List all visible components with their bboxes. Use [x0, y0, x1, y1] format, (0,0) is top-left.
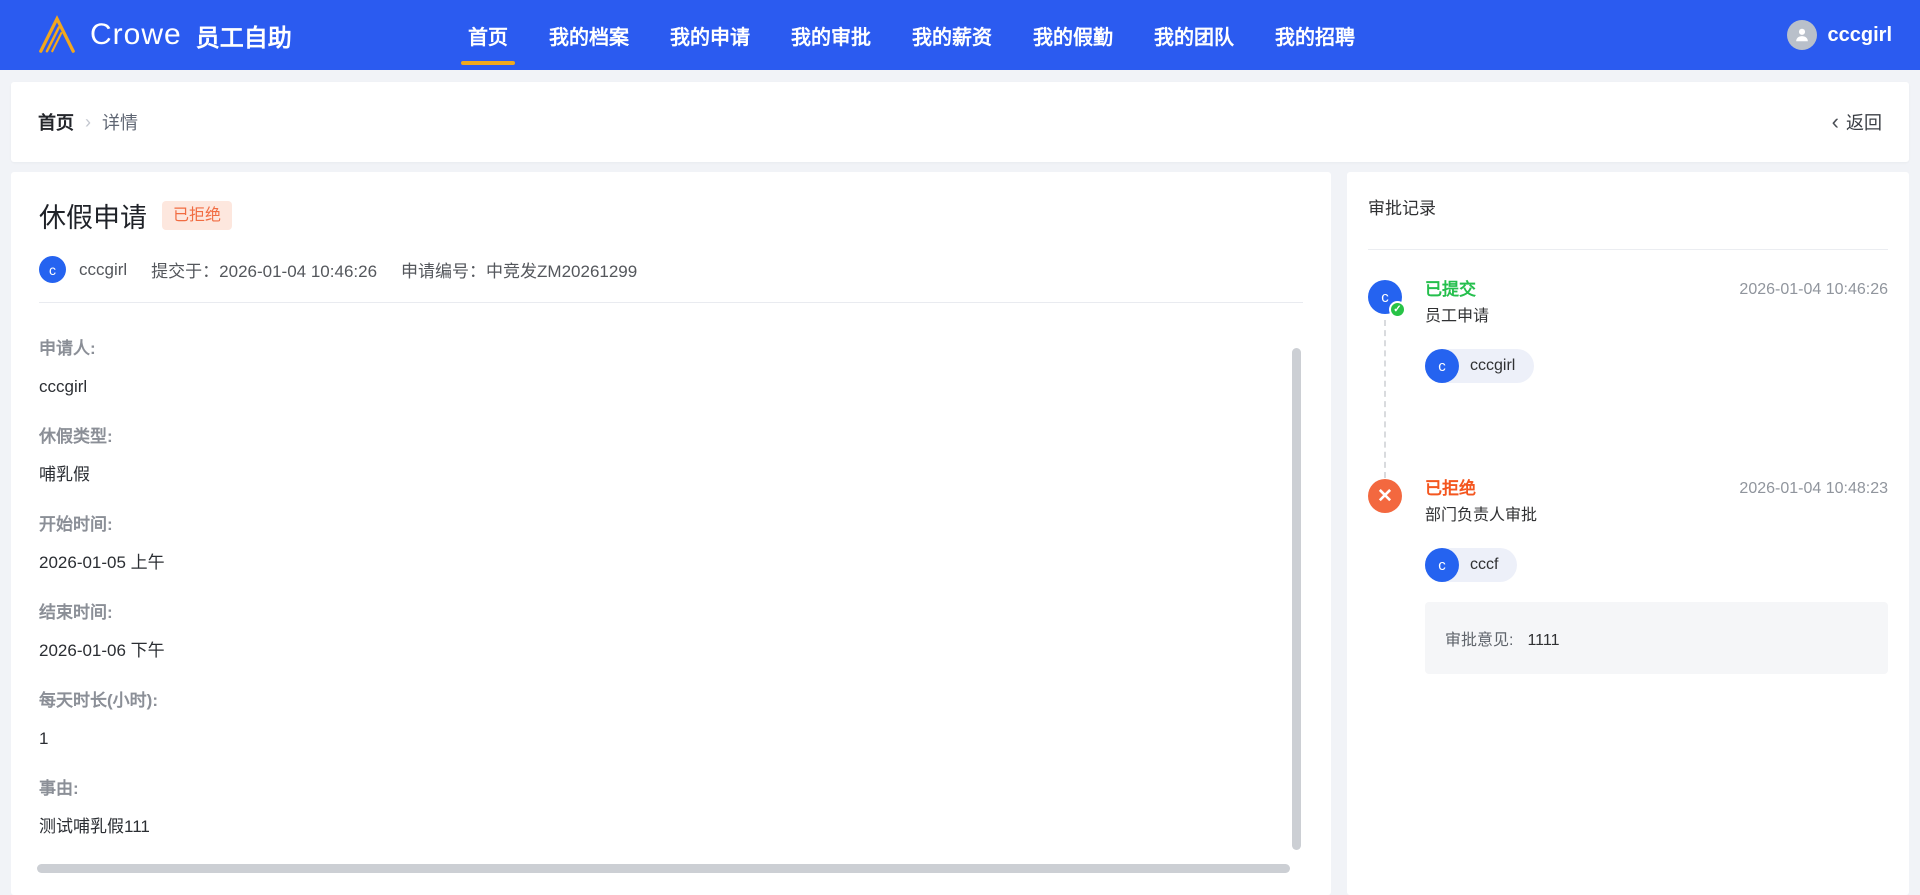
leave-request-detail-card: 休假申请 已拒绝 c cccgirl 提交于：2026-01-04 10:46:… — [11, 172, 1331, 895]
breadcrumb-bar: 首页 › 详情 ‹ 返回 — [11, 82, 1909, 162]
check-icon: ✓ — [1389, 301, 1406, 318]
request-fields: 申请人: cccgirl 休假类型: 哺乳假 开始时间: 2026-01-05 … — [39, 339, 1303, 837]
nav-item-my-approvals[interactable]: 我的审批 — [791, 0, 871, 70]
nav-item-my-requests[interactable]: 我的申请 — [670, 0, 750, 70]
approval-record-submitted: c ✓ 已提交 2026-01-04 10:46:26 员工申请 c cccgi… — [1368, 280, 1888, 478]
person-icon — [1795, 28, 1808, 42]
field-value: 测试哺乳假111 — [39, 817, 150, 836]
chevron-left-icon: ‹ — [1831, 109, 1839, 134]
request-meta-row: c cccgirl 提交于：2026-01-04 10:46:26 申请编号：中… — [39, 256, 1303, 283]
horizontal-scrollbar[interactable] — [37, 864, 1290, 873]
submitter-name: cccgirl — [79, 259, 128, 279]
field-value: 哺乳假 — [39, 465, 90, 484]
field-label: 每天时长(小时): — [39, 691, 158, 710]
submitted-at-label: 提交于： — [151, 262, 220, 281]
breadcrumb-current: 详情 — [102, 113, 138, 133]
approval-panel-title: 审批记录 — [1368, 199, 1436, 218]
record-status: 已提交 — [1425, 280, 1476, 299]
app-header: Crowe 员工自助 首页 我的档案 我的申请 我的审批 我的薪资 我的假勤 我… — [0, 0, 1920, 70]
record-avatar: c ✓ — [1368, 280, 1406, 318]
user-avatar-icon — [1786, 20, 1817, 50]
submitted-at-value: 2026-01-04 10:46:26 — [219, 262, 378, 281]
logo-area: Crowe 员工自助 — [36, 14, 292, 56]
chevron-right-icon: › — [85, 111, 91, 132]
vertical-scrollbar[interactable] — [1292, 348, 1301, 850]
assignee-chip: c cccf — [1425, 548, 1518, 582]
field-value: 1 — [39, 729, 49, 748]
field-value: 2026-01-06 下午 — [39, 641, 165, 660]
field-label: 开始时间: — [39, 515, 113, 534]
field-label: 事由: — [39, 779, 79, 798]
comment-label: 审批意见: — [1445, 632, 1514, 649]
assignee-avatar: c — [1425, 349, 1459, 383]
record-head: 已拒绝 2026-01-04 10:48:23 — [1425, 479, 1888, 499]
status-badge: 已拒绝 — [162, 200, 233, 231]
nav-item-my-attendance[interactable]: 我的假勤 — [1033, 0, 1113, 70]
nav-item-my-team[interactable]: 我的团队 — [1154, 0, 1234, 70]
crowe-logo-icon — [39, 15, 75, 53]
record-avatar-letter: c — [1381, 288, 1389, 306]
assignee-name: cccf — [1470, 556, 1499, 573]
assignee-name: cccgirl — [1470, 357, 1516, 374]
field-label: 结束时间: — [39, 603, 113, 622]
approval-record-rejected: ✕ 已拒绝 2026-01-04 10:48:23 部门负责人审批 c cccf… — [1368, 479, 1888, 674]
user-name: cccgirl — [1827, 23, 1892, 46]
field-label: 休假类型: — [39, 427, 113, 446]
nav-item-my-recruiting[interactable]: 我的招聘 — [1275, 0, 1355, 70]
request-number-label: 申请编号： — [401, 262, 487, 281]
back-button[interactable]: ‹ 返回 — [1832, 109, 1882, 135]
field-start-time: 开始时间: 2026-01-05 上午 — [39, 515, 1303, 573]
approval-timeline: c ✓ 已提交 2026-01-04 10:46:26 员工申请 c cccgi… — [1368, 280, 1888, 674]
divider — [1368, 249, 1888, 250]
main-nav: 首页 我的档案 我的申请 我的审批 我的薪资 我的假勤 我的团队 我的招聘 — [461, 0, 1355, 70]
reject-x-icon: ✕ — [1368, 479, 1402, 513]
request-number: 申请编号：中竞发ZM20261299 — [401, 257, 637, 282]
field-reason: 事由: 测试哺乳假111 — [39, 779, 1303, 837]
assignee-chip: c cccgirl — [1425, 349, 1535, 383]
record-time: 2026-01-04 10:48:23 — [1739, 480, 1888, 497]
app-title: 员工自助 — [195, 24, 292, 52]
nav-item-my-profile[interactable]: 我的档案 — [549, 0, 629, 70]
request-number-value: 中竞发ZM20261299 — [486, 262, 638, 281]
timeline-connector — [1384, 320, 1386, 478]
page-title: 休假申请 — [39, 203, 147, 233]
field-applicant: 申请人: cccgirl — [39, 339, 1303, 397]
field-leave-type: 休假类型: 哺乳假 — [39, 427, 1303, 485]
title-row: 休假申请 已拒绝 — [39, 196, 1303, 235]
field-hours-per-day: 每天时长(小时): 1 — [39, 691, 1303, 749]
back-button-label: 返回 — [1846, 113, 1882, 133]
record-head: 已提交 2026-01-04 10:46:26 — [1425, 280, 1888, 300]
submitter-avatar: c — [39, 256, 66, 283]
nav-item-my-salary[interactable]: 我的薪资 — [912, 0, 992, 70]
submitted-at: 提交于：2026-01-04 10:46:26 — [151, 257, 377, 282]
brand-wordmark: Crowe — [90, 18, 182, 51]
record-time: 2026-01-04 10:46:26 — [1739, 281, 1888, 298]
field-value: cccgirl — [39, 377, 88, 396]
comment-value: 1111 — [1527, 632, 1560, 649]
approval-history-panel: 审批记录 c ✓ 已提交 2026-01-04 10:46:26 员工申请 c … — [1347, 172, 1909, 895]
field-value: 2026-01-05 上午 — [39, 553, 165, 572]
nav-item-home[interactable]: 首页 — [461, 0, 515, 70]
field-label: 申请人: — [39, 339, 96, 358]
assignee-avatar: c — [1425, 548, 1459, 582]
field-end-time: 结束时间: 2026-01-06 下午 — [39, 603, 1303, 661]
divider — [39, 302, 1303, 303]
approval-comment-box: 审批意见: 1111 — [1425, 602, 1888, 674]
user-menu[interactable]: cccgirl — [1786, 0, 1892, 70]
record-step: 员工申请 — [1425, 308, 1490, 325]
record-status: 已拒绝 — [1425, 479, 1476, 498]
record-step: 部门负责人审批 — [1425, 507, 1538, 524]
breadcrumb-home-link[interactable]: 首页 — [38, 109, 74, 135]
